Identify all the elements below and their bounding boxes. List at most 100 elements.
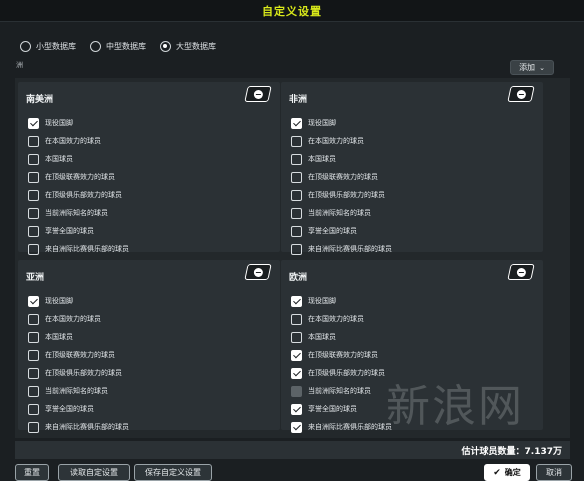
checkbox[interactable] [291, 225, 302, 237]
radio-label: 中型数据库 [106, 41, 146, 51]
checkbox[interactable] [291, 331, 302, 343]
radio-large-database[interactable]: 大型数据库 [160, 40, 216, 52]
criteria-item[interactable]: 本国球员 [28, 150, 129, 168]
criteria-item[interactable]: 在顶级联赛效力的球员 [28, 168, 129, 186]
checkbox[interactable] [28, 135, 39, 147]
criteria-item[interactable]: 来自洲际比赛俱乐部的球员 [291, 418, 392, 436]
criteria-item[interactable]: 来自洲际比赛俱乐部的球员 [28, 418, 129, 436]
criteria-label: 在本国效力的球员 [308, 137, 364, 145]
radio-medium-database[interactable]: 中型数据库 [90, 40, 146, 52]
criteria-list: 现役国脚在本国效力的球员本国球员 在顶级联赛效力的球员 在顶级俱乐部效力的球员 当前洲… [28, 292, 129, 436]
criteria-label: 现役国脚 [45, 119, 73, 127]
checkbox[interactable] [291, 367, 302, 379]
checkbox[interactable] [291, 243, 302, 255]
criteria-item[interactable]: 享誉全国的球员 [28, 400, 129, 418]
checkbox[interactable] [291, 313, 302, 325]
continent-panel: 非洲 现役国脚 在本国效力的球员 本国球员 在顶级联赛效力的球员 在顶级俱乐部效力的球员当… [281, 82, 543, 255]
minus-circle-icon [516, 89, 526, 99]
remove-continent-button[interactable] [507, 264, 535, 280]
checkbox[interactable] [291, 385, 302, 397]
criteria-item[interactable]: 现役国脚 [28, 292, 129, 310]
criteria-item[interactable]: 当前洲际知名的球员 [28, 204, 129, 222]
ok-label: 确定 [504, 468, 521, 477]
criteria-item[interactable]: 在顶级联赛效力的球员 [28, 346, 129, 364]
criteria-item[interactable]: 在顶级俱乐部效力的球员 [28, 364, 129, 382]
checkbox[interactable] [28, 243, 39, 255]
cancel-button[interactable]: 取消 [536, 464, 572, 481]
criteria-label: 现役国脚 [45, 297, 73, 305]
ok-button[interactable]: ✔ 确定 [484, 464, 530, 481]
radio-dot[interactable] [90, 40, 101, 52]
checkbox[interactable] [291, 295, 302, 307]
criteria-item[interactable]: 在顶级俱乐部效力的球员 [291, 364, 392, 382]
checkbox[interactable] [28, 403, 39, 415]
criteria-label: 本国球员 [45, 155, 73, 163]
criteria-item[interactable]: 在顶级俱乐部效力的球员 [291, 186, 392, 204]
checkbox[interactable] [291, 171, 302, 183]
criteria-label: 在本国效力的球员 [308, 315, 364, 323]
criteria-label: 现役国脚 [308, 119, 336, 127]
radio-small-database[interactable]: 小型数据库 [20, 40, 76, 52]
criteria-item[interactable]: 在本国效力的球员 [291, 132, 392, 150]
checkbox[interactable] [28, 153, 39, 165]
checkbox[interactable] [291, 189, 302, 201]
criteria-item[interactable]: 在顶级联赛效力的球员 [291, 168, 392, 186]
checkbox[interactable] [28, 189, 39, 201]
checkbox[interactable] [28, 331, 39, 343]
checkbox[interactable] [291, 421, 302, 433]
criteria-item[interactable]: 本国球员 [291, 150, 392, 168]
criteria-label: 在本国效力的球员 [45, 315, 101, 323]
checkbox[interactable] [28, 171, 39, 183]
checkbox[interactable] [28, 367, 39, 379]
radio-label: 大型数据库 [176, 41, 216, 51]
checkbox[interactable] [28, 117, 39, 129]
checkbox[interactable] [28, 295, 39, 307]
criteria-item[interactable]: 本国球员 [291, 328, 392, 346]
criteria-item[interactable]: 享誉全国的球员 [291, 400, 392, 418]
checkbox[interactable] [291, 153, 302, 165]
criteria-item[interactable]: 现役国脚 [291, 114, 392, 132]
checkbox[interactable] [291, 349, 302, 361]
criteria-label: 在顶级联赛效力的球员 [308, 173, 378, 181]
checkbox[interactable] [28, 207, 39, 219]
criteria-item[interactable]: 来自洲际比赛俱乐部的球员 [28, 240, 129, 258]
checkbox[interactable] [291, 135, 302, 147]
criteria-label: 享誉全国的球员 [45, 227, 94, 235]
add-dropdown-button[interactable]: 添加 ⌄ [510, 60, 554, 75]
radio-dot[interactable] [20, 40, 31, 52]
checkbox[interactable] [28, 349, 39, 361]
remove-continent-button[interactable] [244, 86, 272, 102]
minus-circle-icon [253, 89, 263, 99]
criteria-label: 在本国效力的球员 [45, 137, 101, 145]
criteria-item[interactable]: 现役国脚 [291, 292, 392, 310]
criteria-item[interactable]: 享誉全国的球员 [28, 222, 129, 240]
continent-panel: 亚洲 现役国脚 在本国效力的球员 本国球员 在顶级联赛效力的球员 在顶级俱乐部效力的球员当… [18, 260, 280, 433]
criteria-item[interactable]: 在顶级俱乐部效力的球员 [28, 186, 129, 204]
checkbox[interactable] [28, 421, 39, 433]
radio-dot[interactable] [160, 40, 171, 52]
checkbox[interactable] [291, 117, 302, 129]
criteria-item[interactable]: 现役国脚 [28, 114, 129, 132]
checkbox[interactable] [28, 225, 39, 237]
criteria-item[interactable]: 当前洲际知名的球员 [28, 382, 129, 400]
criteria-item[interactable]: 享誉全国的球员 [291, 222, 392, 240]
remove-continent-button[interactable] [244, 264, 272, 280]
criteria-item[interactable]: 当前洲际知名的球员 [291, 382, 392, 400]
criteria-item[interactable]: 在顶级联赛效力的球员 [291, 346, 392, 364]
criteria-item[interactable]: 来自洲际比赛俱乐部的球员 [291, 240, 392, 258]
reset-button[interactable]: 重置 [15, 464, 49, 481]
criteria-item[interactable]: 在本国效力的球员 [291, 310, 392, 328]
checkbox[interactable] [28, 313, 39, 325]
criteria-label: 享誉全国的球员 [45, 405, 94, 413]
criteria-item[interactable]: 当前洲际知名的球员 [291, 204, 392, 222]
checkbox[interactable] [291, 207, 302, 219]
criteria-label: 在顶级联赛效力的球员 [308, 351, 378, 359]
criteria-item[interactable]: 在本国效力的球员 [28, 310, 129, 328]
criteria-item[interactable]: 本国球员 [28, 328, 129, 346]
checkbox[interactable] [28, 385, 39, 397]
load-settings-button[interactable]: 读取自定设置 [58, 464, 130, 481]
checkbox[interactable] [291, 403, 302, 415]
criteria-item[interactable]: 在本国效力的球员 [28, 132, 129, 150]
save-settings-button[interactable]: 保存自定义设置 [134, 464, 212, 481]
remove-continent-button[interactable] [507, 86, 535, 102]
